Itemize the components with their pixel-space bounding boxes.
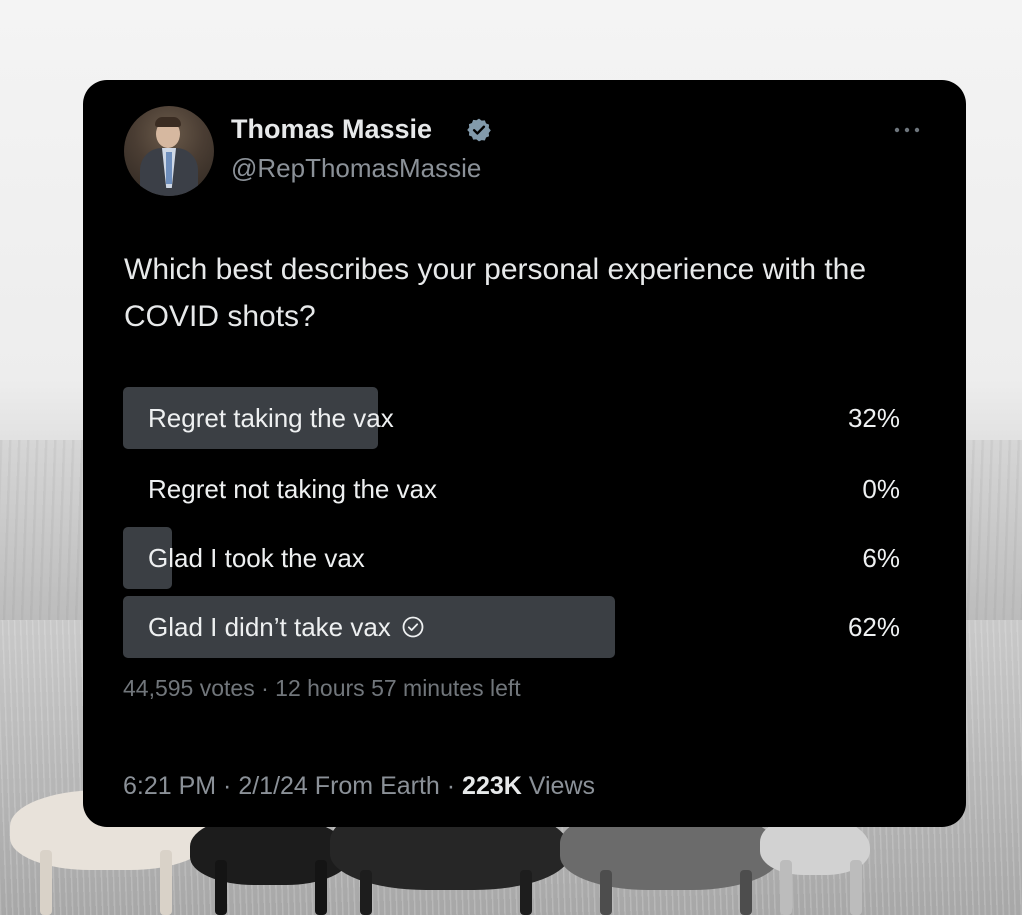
poll-time-left: 12 hours 57 minutes left [275, 675, 521, 701]
verified-badge-icon [467, 118, 491, 142]
poll-option-label: Regret taking the vax [148, 403, 394, 433]
check-circle-icon [402, 616, 424, 638]
tweet-card [83, 80, 966, 827]
tweet-text: Which best describes your personal exper… [124, 253, 867, 333]
poll-option: Glad I took the vax 6% [123, 527, 902, 589]
poll-option-percent: 32% [847, 403, 900, 433]
tweet-source: From Earth [314, 772, 440, 800]
poll-option-percent: 0% [862, 474, 900, 504]
poll-option-label: Regret not taking the vax [148, 474, 438, 504]
separator: · [216, 772, 239, 800]
poll-option-percent: 62% [847, 612, 900, 642]
poll-meta: 44,595 votes · 12 hours 57 minutes left [123, 675, 521, 702]
separator: · [254, 675, 276, 701]
separator: · [439, 772, 463, 800]
tweet-footer: 6:21 PM · 2/1/24 From Earth · 223K Views [123, 772, 595, 801]
views-count[interactable]: 223K [462, 772, 522, 800]
author-name[interactable]: Thomas Massie [231, 114, 432, 145]
tweet-date[interactable]: 2/1/24 [238, 772, 308, 800]
poll-option-percent: 6% [862, 543, 900, 573]
poll-votes[interactable]: 44,595 votes [123, 675, 255, 701]
poll-option-label-text: Glad I didn’t take vax [148, 612, 391, 642]
page: Thomas Massie @RepThomasMassie Which bes… [0, 0, 1022, 915]
poll-option: Regret taking the vax 32% [123, 387, 902, 449]
views-label: Views [528, 772, 596, 800]
tweet-time[interactable]: 6:21 PM [123, 772, 216, 800]
author-handle[interactable]: @RepThomasMassie [231, 153, 481, 184]
poll-option-label: Glad I took the vax [148, 543, 365, 573]
poll-option-chosen: Glad I didn’t take vax 62% [123, 596, 902, 658]
poll-option: Regret not taking the vax 0% [123, 458, 902, 520]
more-options-icon[interactable] [890, 118, 924, 142]
avatar[interactable] [124, 106, 214, 196]
poll-option-label: Glad I didn’t take vax [148, 596, 425, 658]
